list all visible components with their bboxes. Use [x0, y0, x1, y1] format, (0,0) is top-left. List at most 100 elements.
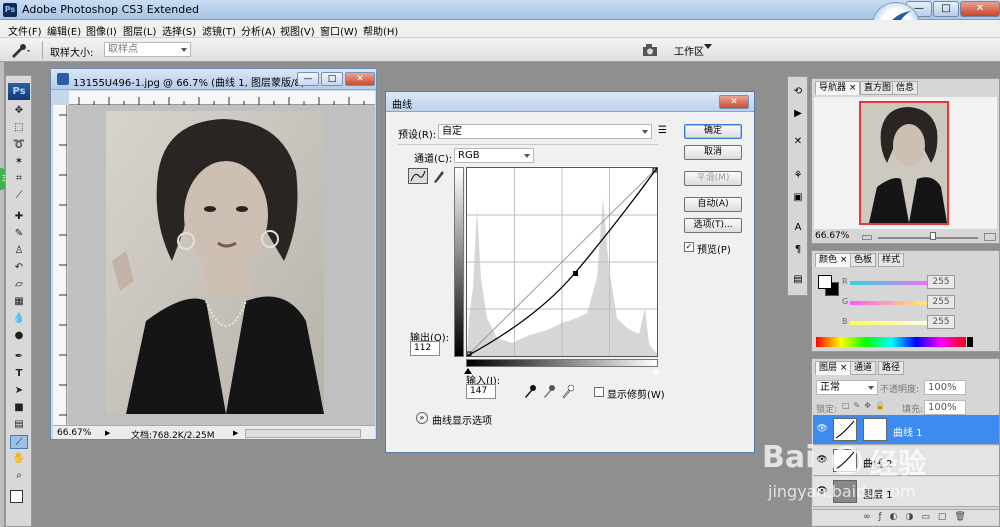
character-panel-icon[interactable]: A — [791, 221, 805, 235]
marquee-tool-icon[interactable]: ⬚ — [10, 121, 28, 135]
move-tool-icon[interactable]: ✥ — [10, 104, 28, 118]
menu-edit[interactable]: 编辑(E) — [47, 23, 81, 38]
lock-icons[interactable]: □✎✥🔒 — [842, 401, 894, 411]
eyedropper-icon[interactable] — [8, 42, 32, 58]
preview-checkbox[interactable]: ✓ — [684, 242, 694, 252]
tab-info[interactable]: 信息 — [892, 81, 919, 95]
gray-eyedropper-icon[interactable] — [543, 384, 555, 398]
show-clipping-label[interactable]: 显示修剪(W) — [607, 386, 665, 401]
gradient-tool-icon[interactable]: ▦ — [10, 295, 28, 309]
maximize-button[interactable]: □ — [933, 1, 959, 17]
ruler-horizontal[interactable] — [69, 91, 375, 105]
doc-info-menu-icon[interactable]: ▶ — [233, 429, 238, 437]
lasso-tool-icon[interactable]: ➰ — [10, 138, 28, 152]
input-field[interactable]: 147 — [466, 384, 496, 399]
paragraph-panel-icon[interactable]: ¶ — [791, 243, 805, 257]
blue-slider[interactable] — [850, 321, 936, 325]
black-eyedropper-icon[interactable] — [524, 384, 536, 398]
curve-display-options-label[interactable]: 曲线显示选项 — [432, 412, 492, 427]
tab-channels[interactable]: 通道 — [850, 361, 877, 375]
menu-analysis[interactable]: 分析(A) — [241, 23, 276, 38]
show-clipping-checkbox[interactable] — [594, 387, 604, 397]
document-zoom[interactable]: 66.67% — [57, 428, 91, 438]
close-button[interactable]: ✕ — [960, 1, 1000, 17]
clone-source-panel-icon[interactable]: ▣ — [791, 191, 805, 205]
file-browser-icon[interactable] — [640, 42, 662, 58]
preset-options-icon[interactable]: ☰ — [658, 125, 667, 136]
type-tool-icon[interactable]: T — [10, 367, 28, 381]
smooth-button[interactable]: 平滑(M) — [684, 171, 742, 186]
dodge-tool-icon[interactable]: ● — [10, 329, 28, 343]
tab-paths[interactable]: 路径 — [878, 361, 905, 375]
actions-panel-icon[interactable]: ▶ — [791, 107, 805, 121]
workspace-label[interactable]: 工作区 — [674, 43, 704, 58]
sample-size-select[interactable]: 取样点 — [104, 42, 191, 57]
zoom-slider[interactable] — [878, 237, 978, 239]
blur-tool-icon[interactable]: 💧 — [10, 312, 28, 326]
preview-label[interactable]: 预览(P) — [697, 241, 731, 256]
zoom-menu-icon[interactable]: ▶ — [105, 429, 110, 437]
doc-close-button[interactable]: ✕ — [345, 72, 375, 86]
menu-filter[interactable]: 滤镜(T) — [202, 23, 236, 38]
tab-swatches[interactable]: 色板 — [850, 253, 877, 267]
blend-mode-select[interactable]: 正常 — [816, 380, 878, 395]
tab-styles[interactable]: 样式 — [878, 253, 905, 267]
doc-minimize-button[interactable]: — — [297, 72, 319, 86]
document-titlebar[interactable]: 13155U496-1.jpg @ 66.7% (曲线 1, 图层蒙版/8) —… — [51, 69, 376, 90]
options-button[interactable]: 选项(T)... — [684, 218, 742, 233]
zoom-slider-thumb[interactable] — [930, 232, 936, 240]
fill-field[interactable]: 100% — [924, 400, 966, 415]
crop-tool-icon[interactable]: ⌗ — [10, 172, 28, 186]
navigator-preview[interactable] — [859, 101, 949, 225]
tools-panel-icon[interactable]: ✕ — [791, 135, 805, 149]
history-brush-tool-icon[interactable]: ↶ — [10, 261, 28, 275]
portrait-photo[interactable] — [106, 111, 324, 414]
menu-file[interactable]: 文件(F) — [8, 23, 42, 38]
output-field[interactable]: 112 — [410, 341, 440, 356]
tab-color[interactable]: 颜色 × — [815, 253, 852, 267]
ok-button[interactable]: 确定 — [684, 124, 742, 139]
layer-name[interactable]: 曲线 1 — [893, 424, 923, 439]
curves-titlebar[interactable]: 曲线 ✕ — [386, 92, 754, 112]
curves-close-button[interactable]: ✕ — [719, 95, 749, 109]
navigator-zoom[interactable]: 66.67% — [815, 231, 849, 241]
tab-navigator[interactable]: 导航器 × — [815, 81, 861, 95]
pencil-icon[interactable] — [431, 168, 445, 184]
cancel-button[interactable]: 取消 — [684, 145, 742, 160]
zoom-in-icon[interactable] — [984, 233, 996, 241]
brush-tool-icon[interactable]: ✎ — [10, 227, 28, 241]
red-slider[interactable] — [850, 281, 936, 285]
green-slider[interactable] — [850, 301, 936, 305]
menu-help[interactable]: 帮助(H) — [363, 23, 398, 38]
menu-select[interactable]: 选择(S) — [162, 23, 196, 38]
menu-window[interactable]: 窗口(W) — [320, 23, 358, 38]
zoom-out-icon[interactable] — [862, 235, 872, 240]
menu-view[interactable]: 视图(V) — [280, 23, 315, 38]
healing-brush-tool-icon[interactable]: ✚ — [10, 210, 28, 224]
curve-edit-points-icon[interactable] — [408, 168, 428, 184]
layer-mask-thumbnail[interactable] — [863, 418, 887, 441]
menu-layer[interactable]: 图层(L) — [123, 23, 156, 38]
shape-tool-icon[interactable]: ■ — [10, 401, 28, 415]
notes-tool-icon[interactable]: ▤ — [10, 418, 28, 432]
clone-stamp-tool-icon[interactable]: ♙ — [10, 244, 28, 258]
doc-maximize-button[interactable]: □ — [321, 72, 343, 86]
pen-tool-icon[interactable]: ✒ — [10, 350, 28, 364]
opacity-field[interactable]: 100% — [924, 380, 966, 395]
history-panel-icon[interactable]: ⟲ — [791, 85, 805, 99]
white-point-slider[interactable] — [652, 368, 660, 374]
magic-wand-tool-icon[interactable]: ✶ — [10, 155, 28, 169]
eyedropper-tool-icon[interactable]: ⟋ — [10, 435, 28, 449]
preset-select[interactable]: 自定 — [438, 124, 652, 139]
slice-tool-icon[interactable]: ⟋ — [10, 189, 28, 203]
menu-image[interactable]: 图像(I) — [86, 23, 117, 38]
zoom-tool-icon[interactable]: ⌕ — [10, 469, 28, 483]
path-selection-tool-icon[interactable]: ➤ — [10, 384, 28, 398]
expand-chevron-icon[interactable]: » — [416, 412, 428, 424]
workspace-dropdown-icon[interactable] — [704, 44, 712, 49]
foreground-color-box[interactable] — [818, 275, 832, 289]
visibility-eye-icon[interactable]: 👁 — [816, 424, 828, 434]
auto-button[interactable]: 自动(A) — [684, 197, 742, 212]
color-ramp-black[interactable] — [967, 337, 973, 347]
horizontal-scrollbar[interactable] — [245, 429, 361, 438]
